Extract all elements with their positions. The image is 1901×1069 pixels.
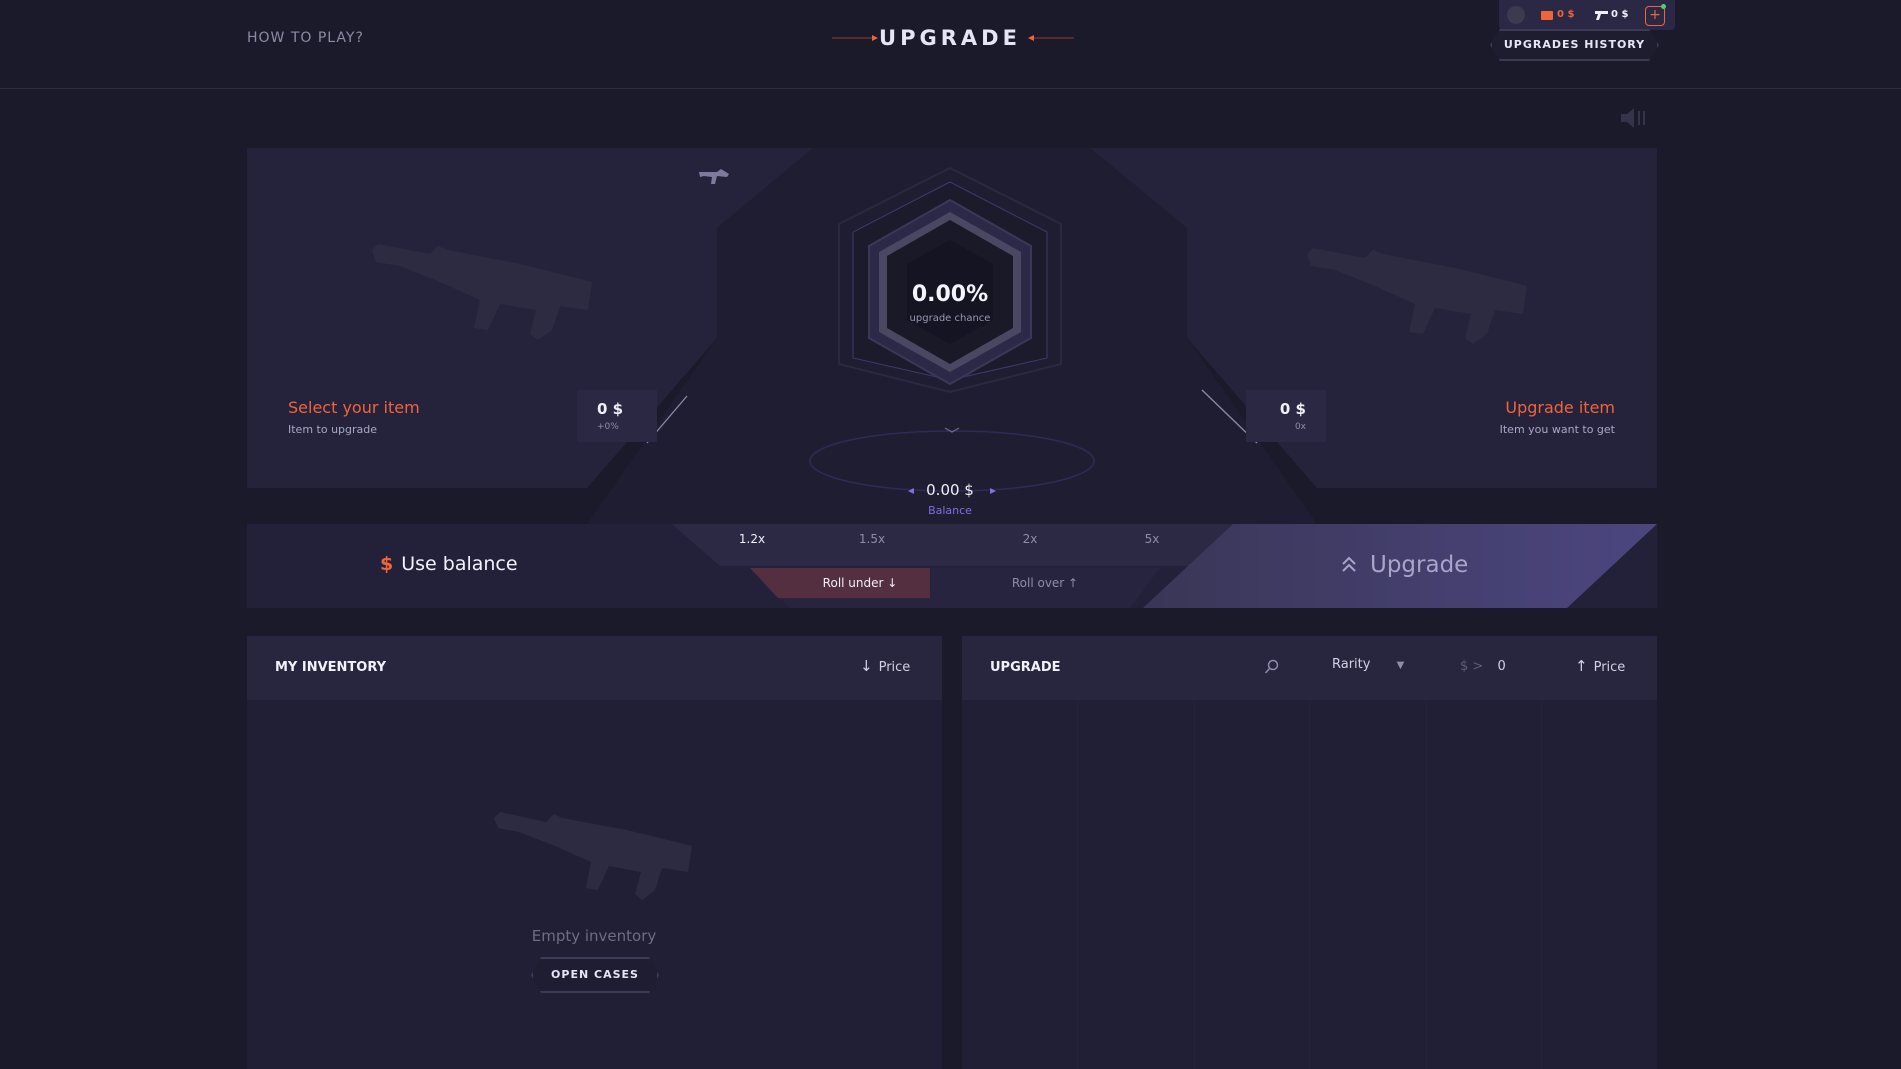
- upgrade-chance-value: 0.00%: [911, 282, 989, 307]
- right-multiplier: 0x: [1294, 422, 1306, 432]
- title-right-deco-icon: [1028, 35, 1074, 41]
- multiplier-1-5x[interactable]: 1.5x: [838, 524, 906, 554]
- multiplier-2x[interactable]: 2x: [996, 524, 1064, 554]
- empty-inventory-text: Empty inventory: [531, 927, 657, 945]
- left-price-box: 0 $ +0%: [577, 390, 657, 442]
- inventory-title: MY INVENTORY: [275, 660, 387, 675]
- use-balance-toggle[interactable]: $ Use balance: [380, 553, 518, 575]
- price-filter[interactable]: $ > 0: [1460, 659, 1506, 674]
- open-cases-button[interactable]: OPEN CASES: [531, 957, 659, 993]
- upgrade-item-slot[interactable]: Upgrade item Item you want to get: [1440, 398, 1615, 436]
- rarity-label: Rarity: [1332, 657, 1371, 672]
- right-rifle-placeholder-icon: [1307, 248, 1527, 344]
- arrow-down-icon: ↓: [860, 657, 873, 675]
- add-funds-button[interactable]: +: [1645, 6, 1665, 26]
- roll-over-button[interactable]: Roll over ↑: [965, 568, 1125, 598]
- upgrade-item-title: Upgrade item: [1505, 398, 1615, 417]
- upgrade-chance-label: upgrade chance: [909, 313, 991, 324]
- roll-under-button[interactable]: Roll under ↓: [780, 568, 940, 598]
- search-icon[interactable]: [1264, 659, 1280, 675]
- rarity-dropdown[interactable]: Rarity ▼: [1332, 657, 1404, 672]
- gun-balance: 0 $: [1611, 9, 1629, 20]
- arrow-up-icon: ↑: [1575, 657, 1588, 675]
- user-balance-bar: 0 $ 0 $ +: [1499, 0, 1675, 30]
- balance-label: Balance: [928, 504, 972, 517]
- price-filter-prefix: $ >: [1460, 659, 1484, 674]
- price-filter-value: 0: [1497, 659, 1506, 674]
- dollar-icon: $: [380, 553, 394, 575]
- right-price: 0 $: [1279, 400, 1306, 418]
- right-price-box: 0 $ 0x: [1246, 390, 1326, 442]
- left-bonus: +0%: [597, 422, 619, 432]
- how-to-play-link[interactable]: HOW TO PLAY?: [247, 30, 364, 46]
- upgrade-item-subtitle: Item you want to get: [1499, 423, 1615, 436]
- gun-icon: [1595, 11, 1608, 20]
- upgrade-list-header: [962, 636, 1657, 700]
- select-item-subtitle: Item to upgrade: [288, 423, 378, 436]
- cash-balance: 0 $: [1557, 9, 1575, 20]
- left-price: 0 $: [597, 400, 624, 418]
- select-item-title: Select your item: [288, 398, 420, 417]
- upgrade-list-grid: [1077, 700, 1543, 1069]
- page-title: UPGRADE: [879, 26, 1021, 50]
- chance-hexagon: [838, 166, 1062, 394]
- left-rifle-placeholder-icon: [372, 244, 592, 340]
- double-chevron-up-icon: [1342, 556, 1356, 572]
- upgrade-sort-label: Price: [1593, 660, 1626, 675]
- upgrade-list-title: UPGRADE: [990, 660, 1061, 675]
- upgrade-button-label: Upgrade: [1370, 552, 1469, 578]
- empty-inventory-rifle-icon: [494, 812, 692, 900]
- online-dot-icon: [1661, 4, 1666, 9]
- multiplier-5x[interactable]: 5x: [1118, 524, 1186, 554]
- balance-value: 0.00 $: [926, 481, 974, 499]
- use-balance-label: Use balance: [401, 553, 518, 575]
- balance-right-arrow-icon: [990, 488, 996, 494]
- chevron-down-icon: ▼: [1396, 660, 1405, 671]
- upgrades-history-button[interactable]: UPGRADES HISTORY: [1490, 29, 1659, 61]
- avatar[interactable]: [1507, 6, 1525, 24]
- inventory-sort-label: Price: [878, 660, 911, 675]
- wallet-icon: [1541, 11, 1553, 20]
- upgrade-sort-price[interactable]: ↑ Price: [1575, 657, 1625, 675]
- multiplier-1-2x[interactable]: 1.2x: [718, 524, 786, 554]
- inventory-sort-price[interactable]: ↓ Price: [860, 657, 910, 675]
- sound-mute-icon[interactable]: [1619, 106, 1649, 130]
- select-item-slot[interactable]: Select your item Item to upgrade: [288, 398, 420, 436]
- rifle-small-icon: [699, 169, 729, 184]
